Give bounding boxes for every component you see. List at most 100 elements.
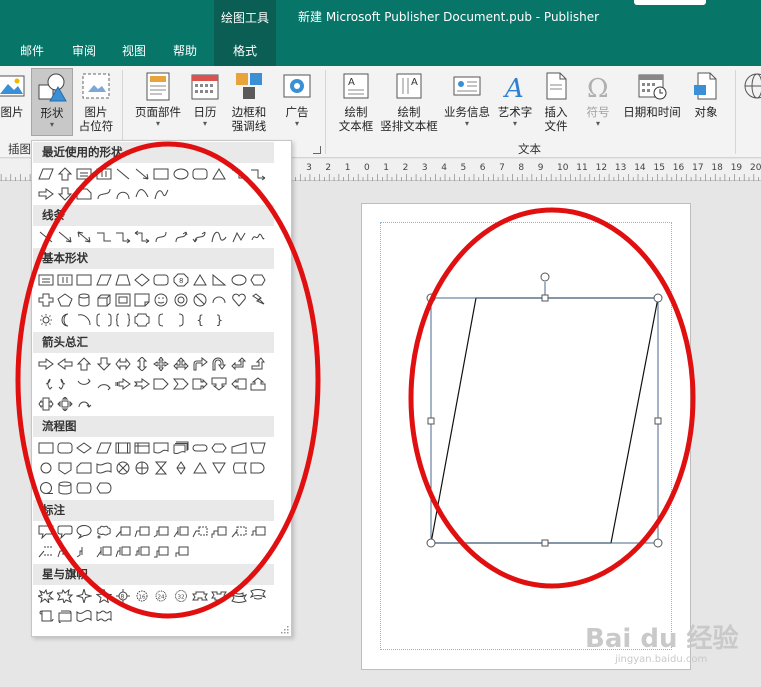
banner-curved-down-ribbon-icon[interactable] [248, 586, 267, 606]
flow-display-icon[interactable] [94, 478, 113, 498]
line-curve-icon[interactable] [210, 227, 229, 247]
arrow-pentagon-icon[interactable] [152, 374, 171, 394]
gallery-resize-grip-icon[interactable] [281, 626, 289, 634]
callout-accent-border-3-icon[interactable] [132, 542, 151, 562]
arrow-curved-left-icon[interactable] [55, 374, 74, 394]
star-explosion-1-icon[interactable] [36, 586, 55, 606]
callout-accent-3-icon[interactable] [210, 522, 229, 542]
callout-cloud-icon[interactable] [94, 522, 113, 542]
basic-vertical-text-box-icon[interactable] [55, 270, 74, 290]
basic-donut-icon[interactable] [171, 290, 190, 310]
flow-delay-icon[interactable] [248, 458, 267, 478]
callout-accent-border-1-icon[interactable] [94, 542, 113, 562]
arrow-up-down-icon[interactable] [132, 354, 151, 374]
basic-block-arc-icon[interactable] [210, 290, 229, 310]
arrow-down-callout-icon[interactable] [210, 374, 229, 394]
arrow-striped-right-icon[interactable] [113, 374, 132, 394]
line-scribble-icon[interactable] [248, 227, 267, 247]
basic-rectangle-icon[interactable] [75, 270, 94, 290]
rotate-handle[interactable] [540, 272, 550, 282]
shape-elbow-arrow-connector-icon[interactable] [248, 164, 267, 184]
line-freeform-icon[interactable] [229, 227, 248, 247]
resize-handle-top-right[interactable] [653, 293, 663, 303]
flow-off-page-connector-icon[interactable] [55, 458, 74, 478]
basic-smiley-face-icon[interactable] [152, 290, 171, 310]
banner-vertical-scroll-icon[interactable] [36, 606, 55, 626]
flow-predefined-process-icon[interactable] [113, 438, 132, 458]
shape-vertical-text-box-icon[interactable] [94, 164, 113, 184]
basic-triangle-icon[interactable] [190, 270, 209, 290]
flow-preparation-icon[interactable] [210, 438, 229, 458]
line-elbow-double-arrow-icon[interactable] [132, 227, 151, 247]
line-elbow-arrow-icon[interactable] [113, 227, 132, 247]
shape-curve-connector-icon[interactable] [113, 184, 132, 204]
flow-card-icon[interactable] [75, 458, 94, 478]
basic-right-brace-icon[interactable]: } [210, 310, 229, 330]
shape-snip-rectangle-icon[interactable] [75, 184, 94, 204]
flow-internal-storage-icon[interactable] [132, 438, 151, 458]
arrow-down-icon[interactable] [94, 354, 113, 374]
line-curved-icon[interactable] [152, 227, 171, 247]
flow-punched-tape-icon[interactable] [94, 458, 113, 478]
shape-arc-icon[interactable] [132, 184, 151, 204]
flow-terminator-icon[interactable] [190, 438, 209, 458]
arrow-circular-icon[interactable] [75, 394, 94, 414]
star-24-point-icon[interactable]: 24 [152, 586, 171, 606]
callout-rectangular-icon[interactable] [36, 522, 55, 542]
callout-line-1-icon[interactable] [113, 522, 132, 542]
shape-wave-curve-icon[interactable] [152, 184, 171, 204]
star-32-point-icon[interactable]: 32 [171, 586, 190, 606]
basic-lightning-bolt-icon[interactable] [248, 290, 267, 310]
arrow-u-turn-icon[interactable] [210, 354, 229, 374]
arrow-curved-up-icon[interactable] [75, 374, 94, 394]
shape-line-icon[interactable] [113, 164, 132, 184]
basic-double-bracket-icon[interactable] [94, 310, 113, 330]
arrow-left-up-icon[interactable] [229, 354, 248, 374]
basic-left-brace-icon[interactable]: { [190, 310, 209, 330]
flow-summing-junction-icon[interactable] [113, 458, 132, 478]
basic-diamond-icon[interactable] [132, 270, 151, 290]
arrow-quad-callout-icon[interactable] [55, 394, 74, 414]
line-curved-double-arrow-icon[interactable] [190, 227, 209, 247]
callout-double-bent-icon[interactable] [152, 542, 171, 562]
flow-extract-icon[interactable] [190, 458, 209, 478]
star-5-point-icon[interactable] [94, 586, 113, 606]
banner-wave-icon[interactable] [75, 606, 94, 626]
arrow-quad-icon[interactable] [152, 354, 171, 374]
callout-border-1-icon[interactable] [229, 522, 248, 542]
shape-right-arrow-icon[interactable] [36, 184, 55, 204]
basic-double-brace-icon[interactable] [113, 310, 132, 330]
flow-alternate-process-icon[interactable] [55, 438, 74, 458]
shape-up-arrow-icon[interactable] [55, 164, 74, 184]
arrow-right-callout-icon[interactable] [190, 374, 209, 394]
resize-handle-right[interactable] [654, 417, 662, 425]
line-arrow-icon[interactable] [55, 227, 74, 247]
callout-border-2-icon[interactable] [248, 522, 267, 542]
callout-no-border-2-icon[interactable] [55, 542, 74, 562]
flow-document-icon[interactable] [152, 438, 171, 458]
shape-curved-arrow-connector-icon[interactable] [94, 184, 113, 204]
line-double-arrow-icon[interactable] [75, 227, 94, 247]
shape-down-arrow-icon[interactable] [55, 184, 74, 204]
shape-oval-icon[interactable] [171, 164, 190, 184]
resize-handle-bottom-left[interactable] [426, 538, 436, 548]
basic-pentagon-icon[interactable] [55, 290, 74, 310]
callout-no-border-1-icon[interactable] [36, 542, 55, 562]
flow-sort-icon[interactable] [171, 458, 190, 478]
callout-bent-icon[interactable] [171, 542, 190, 562]
basic-trapezoid-icon[interactable] [113, 270, 132, 290]
basic-moon-icon[interactable] [55, 310, 74, 330]
basic-right-triangle-icon[interactable] [210, 270, 229, 290]
banner-up-ribbon-icon[interactable] [190, 586, 209, 606]
shape-arrow-line-icon[interactable] [132, 164, 151, 184]
arrow-up-callout-icon[interactable] [248, 374, 267, 394]
banner-curved-up-ribbon-icon[interactable] [229, 586, 248, 606]
arrow-left-callout-icon[interactable] [229, 374, 248, 394]
resize-handle-bottom-right[interactable] [653, 538, 663, 548]
flow-manual-operation-icon[interactable] [248, 438, 267, 458]
basic-bevel-icon[interactable] [113, 290, 132, 310]
banner-down-ribbon-icon[interactable] [210, 586, 229, 606]
basic-cube-icon[interactable] [94, 290, 113, 310]
flow-data-icon[interactable] [94, 438, 113, 458]
shape-triangle-icon[interactable] [210, 164, 229, 184]
